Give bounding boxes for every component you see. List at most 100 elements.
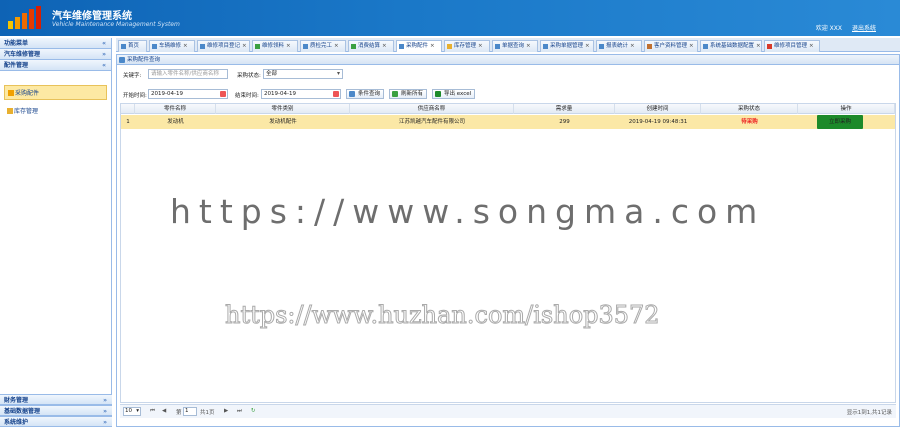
tab-quality[interactable]: 质检完工 ×: [300, 40, 346, 52]
data-grid: 零件名称 零件类别 供应商名称 需求量 创建时间 采购状态 操作 1 发动机 发…: [120, 103, 896, 403]
grid-header: 零件名称 零件类别 供应商名称 需求量 创建时间 采购状态 操作: [121, 104, 895, 114]
tab-settle[interactable]: 消费结算 ×: [348, 40, 394, 52]
close-icon[interactable]: ×: [756, 43, 761, 49]
page-number-input[interactable]: 1: [183, 407, 197, 416]
cell-supplier: 江苏凯越汽车配件有限公司: [398, 119, 465, 125]
chevron-down-icon: »: [103, 419, 107, 426]
purchase-icon: [399, 44, 404, 49]
first-page-icon[interactable]: ⏮: [150, 408, 155, 415]
status-select[interactable]: 全部 ▾: [263, 69, 343, 79]
refresh-icon[interactable]: ↻: [251, 408, 256, 414]
home-icon: [121, 44, 126, 49]
page-prefix: 第: [176, 410, 182, 416]
tab-label: 消费结算: [358, 43, 381, 49]
tab-inventory[interactable]: 库存管理 ×: [444, 40, 490, 52]
tab-home[interactable]: 首页: [118, 40, 147, 52]
sigma-icon: [599, 44, 604, 49]
tab-purchase[interactable]: 采购配件 ×: [396, 40, 442, 52]
watermark-songma: https://www.songma.com: [170, 192, 766, 231]
refresh-button[interactable]: 刷新所有: [389, 89, 428, 99]
tab-label: 维修项目管理: [774, 43, 808, 49]
sidebar-bottom: 财务管理 » 基础数据管理 » 系统维护 »: [0, 394, 112, 427]
column-header[interactable]: 供应商名称: [350, 104, 514, 114]
end-time-label: 结束时间:: [235, 93, 259, 99]
sidebar-item-inventory[interactable]: 库存管理: [4, 104, 107, 119]
close-icon[interactable]: ×: [334, 43, 339, 49]
search-button[interactable]: 条件查询: [346, 89, 385, 99]
tab-label: 质检完工: [310, 43, 333, 49]
close-icon[interactable]: ×: [430, 43, 435, 49]
tab-register[interactable]: 维修项目登记 ×: [197, 40, 250, 52]
row-number-header: [121, 104, 135, 114]
last-page-icon[interactable]: ⏭: [237, 408, 242, 415]
tab-config[interactable]: 系统基础数据配置 ×: [700, 40, 762, 52]
purchase-now-button[interactable]: 立即采购: [817, 115, 863, 129]
start-time-input[interactable]: 2019-04-19: [148, 89, 228, 99]
sidebar-group-label: 基础数据管理: [4, 408, 41, 415]
keyword-input[interactable]: 请输入零件名称/供应商名称: [148, 69, 228, 79]
tab-report[interactable]: 报表统计 ×: [596, 40, 642, 52]
tab-label: 报表统计: [606, 43, 629, 49]
collapse-icon[interactable]: «: [102, 38, 106, 49]
end-time-input[interactable]: 2019-04-19: [261, 89, 341, 99]
sidebar-group-basedata[interactable]: 基础数据管理 »: [0, 405, 112, 416]
column-header[interactable]: 创建时间: [615, 104, 701, 114]
close-icon[interactable]: ×: [630, 43, 635, 49]
tab-material[interactable]: 维修领料 ×: [252, 40, 298, 52]
tab-label: 首页: [128, 43, 140, 49]
sidebar-group-finance[interactable]: 财务管理 »: [0, 394, 112, 405]
panel-title-bar: 采购配件查询: [117, 55, 899, 65]
tab-purchase-docs[interactable]: 采购单据管理 ×: [540, 40, 594, 52]
tab-query[interactable]: 单据查询 ×: [492, 40, 538, 52]
page-size-value: 10: [125, 408, 132, 414]
close-icon[interactable]: ×: [242, 43, 247, 49]
calendar-icon[interactable]: [220, 91, 226, 97]
sidebar-heading[interactable]: 功能菜单 «: [0, 38, 111, 49]
calendar-icon[interactable]: [333, 91, 339, 97]
config-icon: [703, 44, 708, 49]
cell-part: 发动机: [167, 119, 184, 125]
tab-label: 采购配件: [406, 43, 429, 49]
excel-icon: [435, 91, 441, 97]
close-icon[interactable]: ×: [809, 43, 814, 49]
close-icon[interactable]: ×: [382, 43, 387, 49]
inventory-icon: [447, 44, 452, 49]
column-header[interactable]: 采购状态: [701, 104, 798, 114]
tab-project[interactable]: 维修项目管理 ×: [764, 40, 820, 52]
sidebar-item-label: 采购配件: [15, 90, 40, 97]
prev-page-icon[interactable]: ◀: [162, 408, 166, 414]
tab-customer[interactable]: 客户资料管理 ×: [644, 40, 698, 52]
column-header[interactable]: 操作: [798, 104, 895, 114]
table-row[interactable]: 1 发动机 发动机配件 江苏凯越汽车配件有限公司 299 2019-04-19 …: [121, 115, 895, 129]
logout-link[interactable]: 退出系统: [852, 23, 876, 32]
close-icon[interactable]: ×: [526, 43, 531, 49]
close-icon[interactable]: ×: [585, 43, 590, 49]
tab-label: 系统基础数据配置: [710, 43, 755, 49]
column-header[interactable]: 需求量: [514, 104, 615, 114]
watermark-huzhan: https://www.huzhan.com/ishop3572: [225, 301, 661, 330]
search-button-label: 条件查询: [358, 91, 381, 97]
sidebar-group-repair[interactable]: 汽车维修管理 »: [0, 49, 111, 60]
column-header[interactable]: 零件名称: [135, 104, 216, 114]
close-icon[interactable]: ×: [183, 43, 188, 49]
column-header[interactable]: 零件类别: [216, 104, 350, 114]
sidebar-group-parts[interactable]: 配件管理 «: [0, 60, 111, 71]
panel-icon: [119, 57, 125, 63]
close-icon[interactable]: ×: [478, 43, 483, 49]
close-icon[interactable]: ×: [286, 43, 291, 49]
keyword-label: 关键字:: [123, 73, 142, 79]
tab-repair[interactable]: 车辆维修 ×: [149, 40, 195, 52]
sidebar-panel: 采购配件 库存管理: [0, 71, 111, 388]
sidebar-item-purchase[interactable]: 采购配件: [4, 85, 107, 100]
chevron-down-icon: »: [102, 51, 106, 58]
sidebar-group-system[interactable]: 系统维护 »: [0, 416, 112, 427]
app-header: 汽车维修管理系统 Vehicle Maintenance Management …: [0, 0, 900, 36]
register-icon: [200, 44, 205, 49]
page-size-select[interactable]: 10 ▾: [123, 407, 141, 416]
close-icon[interactable]: ×: [689, 43, 694, 49]
chevron-down-icon: ▾: [136, 408, 139, 414]
export-button[interactable]: 导出 excel: [432, 89, 476, 99]
next-page-icon[interactable]: ▶: [224, 408, 228, 414]
sidebar-group-label: 汽车维修管理: [4, 51, 41, 58]
sidebar-group-label: 财务管理: [4, 397, 29, 404]
